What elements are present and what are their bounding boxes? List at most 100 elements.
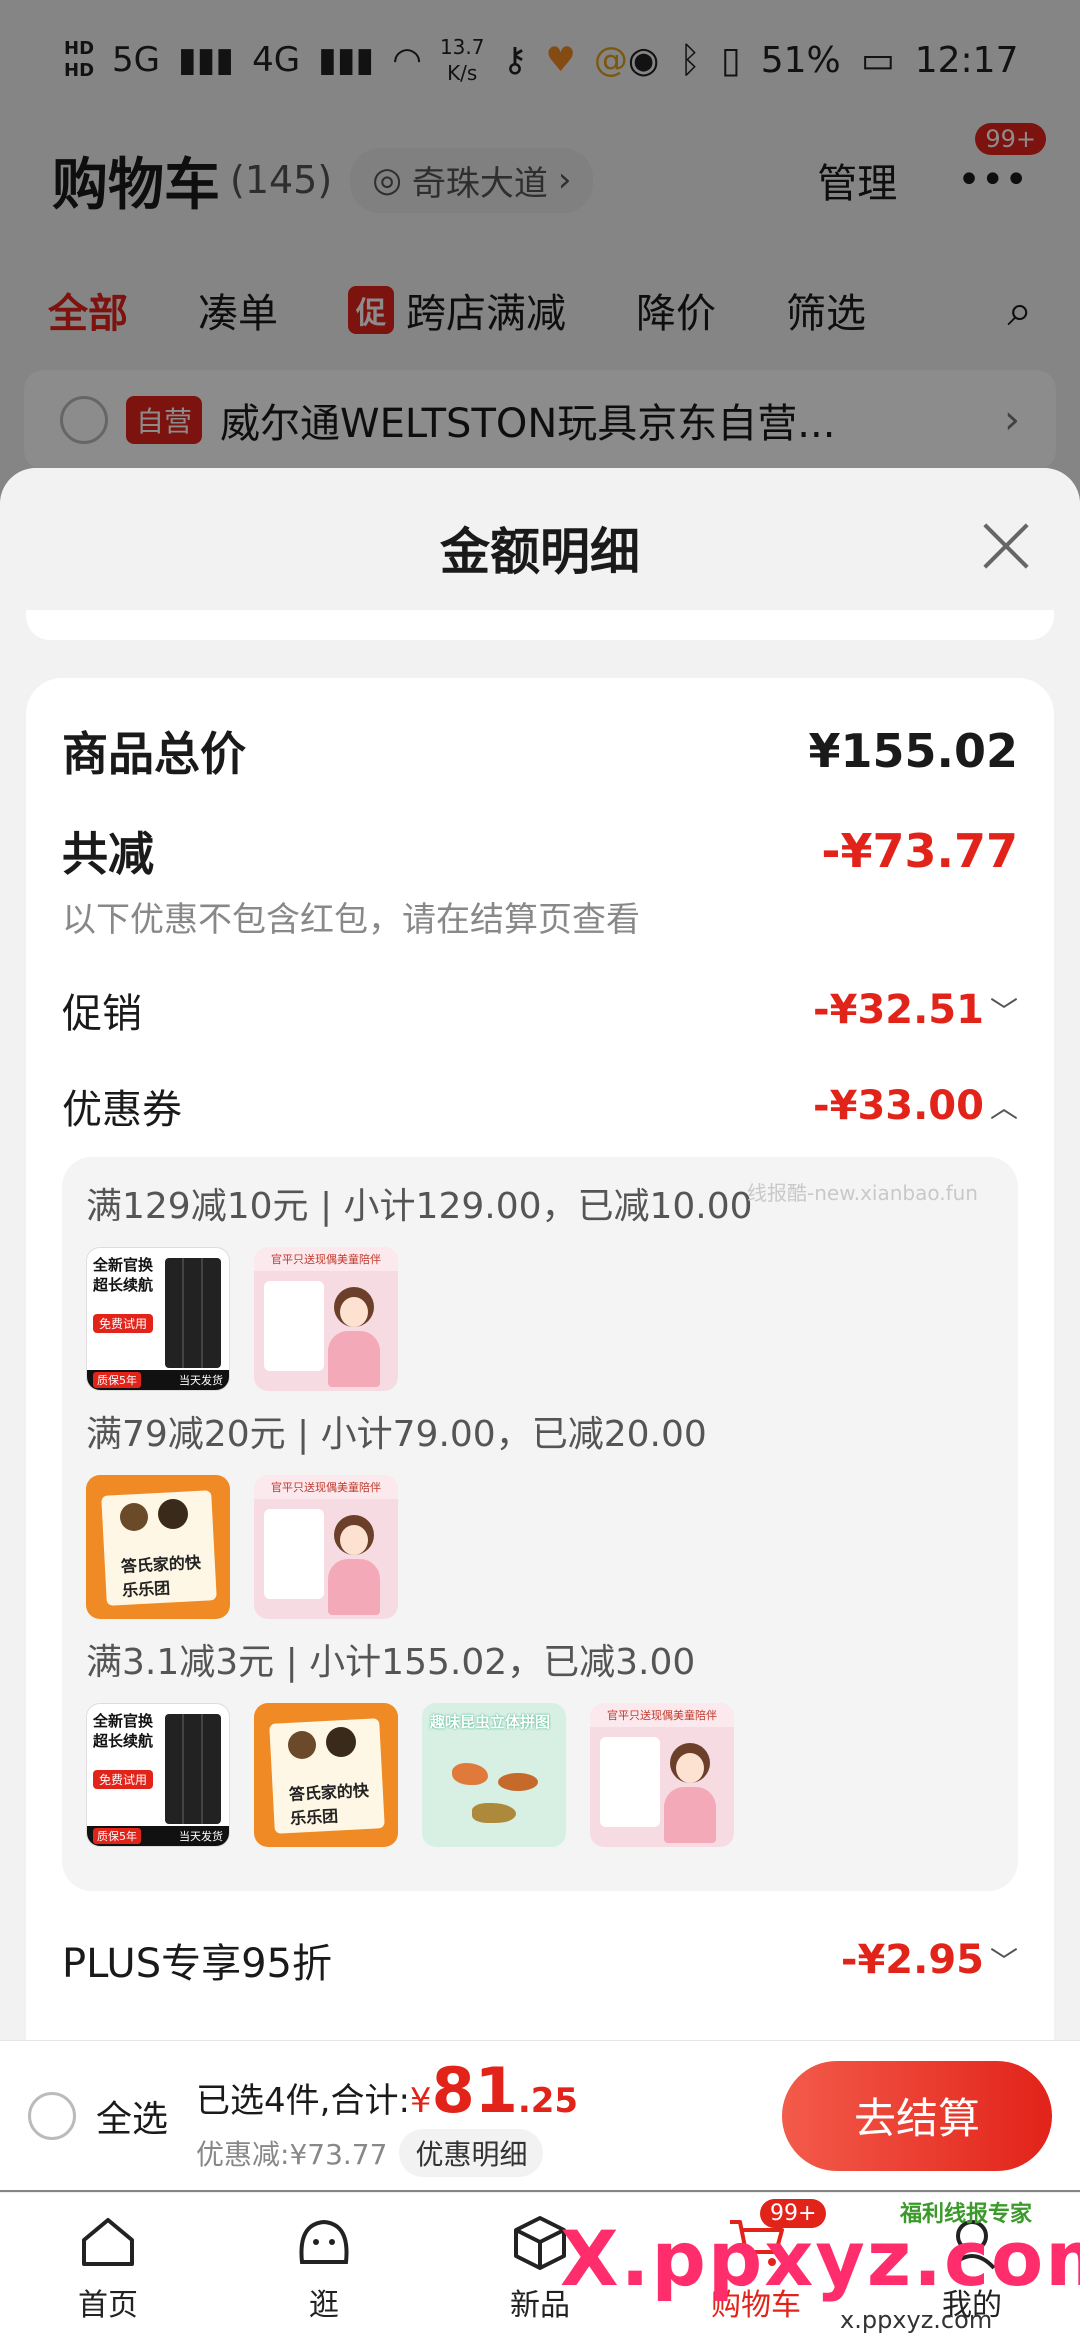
coupon-row[interactable]: 优惠券 -¥33.00 ︿ (62, 1077, 1018, 1135)
product-thumb-puzzle[interactable]: 趣味昆虫立体拼图 (422, 1703, 566, 1847)
select-all-label: 全选 (96, 2098, 169, 2140)
chevron-down-icon: ﹀ (989, 995, 1018, 1028)
battery-pill: 免费试用 (93, 1770, 154, 1789)
nav-home[interactable]: 首页 (0, 2193, 216, 2340)
doll-card-image (264, 1509, 324, 1599)
product-thumb-book[interactable]: 答氏家的快乐乐团 (86, 1475, 230, 1619)
checkout-button[interactable]: 去结算 (782, 2060, 1052, 2171)
doll-dress-image (664, 1787, 716, 1843)
product-thumb-battery[interactable]: 全新官换 超长续航 免费试用 质保5年 当天发货 (86, 1703, 230, 1847)
sheet-title: 金额明细 (440, 523, 640, 581)
coupon-label: 优惠券 (62, 1087, 182, 1133)
puzzle-title: 趣味昆虫立体拼图 (430, 1713, 551, 1731)
goods-total-label: 商品总价 (62, 727, 246, 781)
total-line: 已选4件,合计: ¥ 81 .25 (196, 2054, 578, 2127)
plus-label: PLUS专享95折 (62, 1941, 332, 1987)
coupon-line-3: 满3.1减3元 | 小计155.02，已减3.00 (86, 1642, 696, 1683)
goods-total-value: ¥155.02 (808, 724, 1018, 778)
discount-line: 优惠减:¥73.77 优惠明细 (196, 2129, 578, 2177)
discount-note: 以下优惠不包含红包，请在结算页查看 (62, 900, 640, 940)
amount-detail-sheet: 金额明细 商品总价 ¥155.02 共减 -¥73.77 以下优惠不包含红包，请… (0, 468, 1080, 2040)
doll-card-image (600, 1737, 660, 1827)
doll-card-image (264, 1281, 324, 1371)
watermark-text: 线报酷-new.xianbao.fun (747, 1181, 978, 1205)
promo-row[interactable]: 促销 -¥32.51 ﹀ (62, 981, 1018, 1039)
promo-value: -¥32.51 (813, 987, 984, 1033)
puzzle-piece-image (498, 1773, 538, 1791)
sheet-top-strip (26, 610, 1054, 640)
amount-card: 商品总价 ¥155.02 共减 -¥73.77 以下优惠不包含红包，请在结算页查… (26, 678, 1054, 2040)
battery-foot-left: 质保5年 (93, 1372, 141, 1388)
coupon-line-2: 满79减20元 | 小计79.00，已减20.00 (86, 1414, 707, 1455)
select-all-radio[interactable] (28, 2091, 76, 2140)
product-thumb-book[interactable]: 答氏家的快乐乐团 (254, 1703, 398, 1847)
book-figure-image (326, 1727, 356, 1757)
doll-dress-image (328, 1559, 380, 1615)
doll-face-image (340, 1525, 368, 1555)
select-all[interactable]: 全选 (28, 2090, 168, 2142)
coupon-value-wrap: -¥33.00 ︿ (813, 1083, 1018, 1129)
plus-value-wrap: -¥2.95 ﹀ (841, 1937, 1018, 1983)
battery-title-2: 超长续航 (93, 1732, 154, 1750)
total-int: 81 (431, 2054, 518, 2127)
chevron-down-icon: ﹀ (989, 1945, 1018, 1978)
doll-top-text: 官平只送现偶美童陪伴 (254, 1247, 398, 1271)
puzzle-piece-image (472, 1803, 516, 1823)
total-yen: ¥ (409, 2081, 432, 2121)
nav-browse-label: 逛 (309, 2287, 339, 2323)
doll-face-image (676, 1753, 704, 1783)
discount-detail-button[interactable]: 优惠明细 (399, 2129, 544, 2177)
battery-foot-left: 质保5年 (93, 1828, 141, 1844)
goods-total-row: 商品总价 ¥155.02 (62, 718, 1018, 784)
battery-foot: 质保5年 当天发货 (87, 1370, 229, 1390)
coupon-3-thumbs: 全新官换 超长续航 免费试用 质保5年 当天发货 答氏家的快乐乐团 趣味昆虫立体拼… (86, 1703, 994, 1847)
chevron-up-icon: ︿ (989, 1091, 1018, 1124)
plus-discount-row[interactable]: PLUS专享95折 -¥2.95 ﹀ (62, 1931, 1018, 1989)
book-figure-image (158, 1499, 188, 1529)
nav-browse[interactable]: 逛 (216, 2193, 432, 2340)
browse-face-icon (292, 2210, 356, 2274)
checkout-bar: 全选 已选4件,合计: ¥ 81 .25 优惠减:¥73.77 优惠明细 去结算 (0, 2040, 1080, 2190)
checkout-summary: 已选4件,合计: ¥ 81 .25 优惠减:¥73.77 优惠明细 (196, 2054, 578, 2177)
book-title: 答氏家的快乐乐团 (120, 1552, 202, 1600)
battery-pill: 免费试用 (93, 1314, 154, 1333)
total-dec: .25 (517, 2081, 579, 2121)
battery-foot: 质保5年 当天发货 (87, 1826, 229, 1846)
doll-top-text: 官平只送现偶美童陪伴 (254, 1475, 398, 1499)
promo-label: 促销 (62, 991, 142, 1037)
puzzle-piece-image (452, 1763, 488, 1785)
battery-title-2: 超长续航 (93, 1276, 154, 1294)
home-icon (76, 2210, 140, 2274)
doll-dress-image (328, 1331, 380, 1387)
battery-foot-right: 当天发货 (179, 1830, 223, 1843)
battery-title-1: 全新官换 (93, 1256, 154, 1274)
book-figure-image (288, 1731, 316, 1759)
close-icon[interactable] (976, 518, 1032, 574)
book-title: 答氏家的快乐乐团 (288, 1780, 370, 1828)
product-thumb-doll[interactable]: 官平只送现偶美童陪伴 (254, 1247, 398, 1391)
nav-home-label: 首页 (78, 2287, 138, 2323)
total-discount-value: -¥73.77 (821, 824, 1018, 878)
book-figure-image (120, 1503, 148, 1531)
battery-cells-image (165, 1714, 221, 1824)
coupon-value: -¥33.00 (813, 1083, 984, 1129)
promo-value-wrap: -¥32.51 ﹀ (813, 987, 1018, 1033)
total-discount-label: 共减 (62, 827, 154, 881)
watermark-brand-sub: x.ppxyz.com (840, 2306, 993, 2334)
product-thumb-battery[interactable]: 全新官换 超长续航 免费试用 质保5年 当天发货 (86, 1247, 230, 1391)
plus-value: -¥2.95 (840, 1937, 984, 1983)
battery-title-1: 全新官换 (93, 1712, 154, 1730)
selected-prefix: 已选4件,合计: (196, 2081, 410, 2121)
discount-text: 优惠减:¥73.77 (196, 2138, 388, 2171)
doll-top-text: 官平只送现偶美童陪伴 (590, 1703, 734, 1727)
coupon-detail-box: 线报酷-new.xianbao.fun 满129减10元 | 小计129.00，… (62, 1157, 1018, 1891)
product-thumb-doll[interactable]: 官平只送现偶美童陪伴 (254, 1475, 398, 1619)
coupon-2-thumbs: 答氏家的快乐乐团 官平只送现偶美童陪伴 (86, 1475, 994, 1619)
product-thumb-doll[interactable]: 官平只送现偶美童陪伴 (590, 1703, 734, 1847)
sheet-header: 金额明细 (0, 468, 1080, 628)
doll-face-image (340, 1297, 368, 1327)
watermark-brand: X.ppxyz.com (560, 2214, 1080, 2303)
coupon-1-thumbs: 全新官换 超长续航 免费试用 质保5年 当天发货 官平只送现偶美童陪伴 (86, 1247, 994, 1391)
battery-cells-image (165, 1258, 221, 1368)
battery-foot-right: 当天发货 (179, 1374, 223, 1387)
